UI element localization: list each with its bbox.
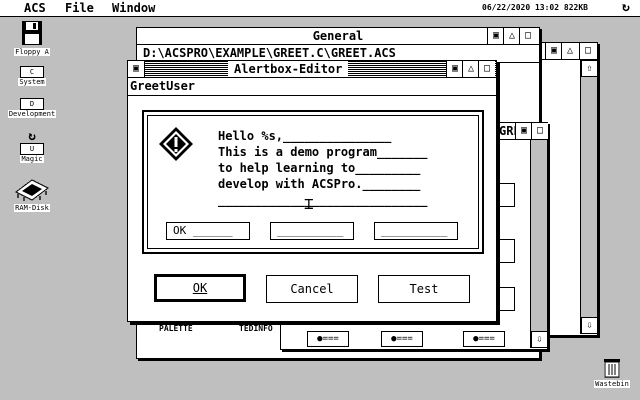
general-iconify-button[interactable]: △ bbox=[503, 28, 520, 44]
drive-c-icon[interactable]: C System bbox=[6, 66, 58, 86]
alertbox-editor-titlebar[interactable]: ▣ Alertbox-Editor ▣ △ □ bbox=[128, 61, 496, 78]
trash-label: Wastebin bbox=[594, 380, 630, 388]
tedinfo-label[interactable]: TEDINFO bbox=[239, 324, 273, 333]
drive-c-letter: C bbox=[20, 66, 44, 78]
test-button[interactable]: Test bbox=[378, 275, 470, 303]
alertbox-editor-window: ▣ Alertbox-Editor ▣ △ □ GreetUser Hello … bbox=[127, 60, 497, 322]
right-window-scrollbar[interactable]: ⇧ ⇩ bbox=[580, 60, 598, 334]
right-window-full-button[interactable]: ▣ bbox=[545, 43, 562, 59]
greet-row-icon[interactable]: ●=== bbox=[381, 331, 423, 347]
floppy-disk-icon bbox=[22, 21, 42, 45]
drive-d-label: Development bbox=[7, 110, 57, 118]
drive-d-icon[interactable]: D Development bbox=[0, 98, 64, 118]
greet-row-icon[interactable]: ●=== bbox=[463, 331, 505, 347]
menu-window[interactable]: Window bbox=[112, 1, 155, 15]
greet-row-icon[interactable]: ●=== bbox=[307, 331, 349, 347]
floppy-icon[interactable]: Floppy A bbox=[6, 20, 58, 56]
general-full-button[interactable]: ▣ bbox=[487, 28, 504, 44]
trash-icon[interactable]: Wastebin bbox=[588, 356, 636, 388]
alertbox-close-button[interactable]: ▣ bbox=[128, 61, 145, 77]
alert-button-field-2[interactable]: __________ bbox=[270, 222, 354, 240]
ramdisk-label: RAM-Disk bbox=[14, 204, 50, 212]
alert-name-bar: GreetUser bbox=[128, 78, 496, 96]
stop-sign-icon[interactable] bbox=[158, 126, 194, 162]
greet-item-icon[interactable] bbox=[499, 287, 515, 311]
floppy-label: Floppy A bbox=[14, 48, 50, 56]
menu-bar: ACS File Window 06/22/2020 13:02 822KB ↻ bbox=[0, 0, 640, 17]
palette-label[interactable]: PALETTE bbox=[159, 324, 193, 333]
alert-text-line-5[interactable]: _____________________________ bbox=[218, 192, 428, 208]
alert-text-line-3[interactable]: to help learning to_________ bbox=[218, 160, 420, 176]
alert-text-line-2[interactable]: This is a demo program_______ bbox=[218, 144, 428, 160]
alert-button-field-3[interactable]: __________ bbox=[374, 222, 458, 240]
refresh-icon[interactable]: ↻ bbox=[622, 0, 630, 15]
alert-button-field-1[interactable]: OK ______ bbox=[166, 222, 250, 240]
drive-c-label: System bbox=[18, 78, 46, 86]
greet-close-button[interactable]: □ bbox=[531, 123, 548, 139]
wastebin-icon bbox=[604, 359, 620, 378]
test-button-label: Test bbox=[409, 282, 439, 296]
alertbox-size-button[interactable]: □ bbox=[478, 61, 495, 77]
right-window-close-button[interactable]: □ bbox=[579, 43, 596, 59]
drive-u-letter: U bbox=[20, 143, 44, 155]
text-cursor-icon: ⌶ bbox=[304, 194, 314, 213]
alert-text-line-4[interactable]: develop with ACSPro.________ bbox=[218, 176, 420, 192]
right-window-iconify-button[interactable]: △ bbox=[561, 43, 578, 59]
scroll-up-icon[interactable]: ⇧ bbox=[581, 60, 598, 77]
drive-d-letter: D bbox=[20, 98, 44, 110]
general-close-button[interactable]: □ bbox=[519, 28, 536, 44]
drive-u-icon[interactable]: ↻ U Magic bbox=[6, 130, 58, 163]
greet-full-button[interactable]: ▣ bbox=[515, 123, 532, 139]
alert-text-line-1[interactable]: Hello %s,_______________ bbox=[218, 128, 391, 144]
clock-status: 06/22/2020 13:02 822KB bbox=[482, 3, 588, 12]
chip-icon bbox=[15, 179, 49, 201]
ok-button-label: OK bbox=[192, 281, 208, 295]
scroll-down-icon[interactable]: ⇩ bbox=[581, 317, 598, 334]
menu-file[interactable]: File bbox=[65, 1, 94, 15]
greet-item-icon[interactable] bbox=[499, 239, 515, 263]
drive-u-label: Magic bbox=[20, 155, 44, 163]
general-window-title: General bbox=[312, 29, 364, 43]
magic-icon: ↻ bbox=[28, 129, 36, 144]
ramdisk-icon[interactable]: RAM-Disk bbox=[6, 176, 58, 212]
ok-button[interactable]: OK bbox=[154, 274, 246, 302]
menu-acs[interactable]: ACS bbox=[24, 1, 46, 15]
general-window-titlebar[interactable]: General ▣ △ □ bbox=[137, 28, 539, 45]
greet-item-icon[interactable] bbox=[499, 183, 515, 207]
alertbox-full-button[interactable]: ▣ bbox=[446, 61, 463, 77]
cancel-button-label: Cancel bbox=[290, 282, 334, 296]
alertbox-editor-title: Alertbox-Editor bbox=[228, 61, 349, 77]
alert-preview-frame: Hello %s,_______________ This is a demo … bbox=[142, 110, 484, 254]
alertbox-iconify-button[interactable]: △ bbox=[462, 61, 479, 77]
greet-window-scrollbar[interactable]: ⇩ bbox=[530, 140, 548, 348]
greet-scroll-down-icon[interactable]: ⇩ bbox=[531, 331, 548, 348]
cancel-button[interactable]: Cancel bbox=[266, 275, 358, 303]
